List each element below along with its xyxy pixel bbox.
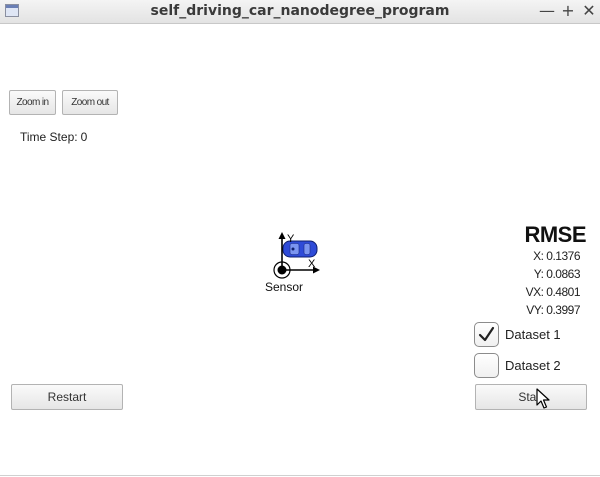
zoom-in-button[interactable]: Zoom in xyxy=(9,90,56,115)
dataset-1-checkbox[interactable] xyxy=(474,322,499,347)
close-icon[interactable]: ✕ xyxy=(580,1,598,21)
mouse-cursor-icon xyxy=(536,388,550,409)
sensor-label: Sensor xyxy=(265,280,304,294)
checkmark-icon xyxy=(478,326,495,342)
time-step-label: Time Step: xyxy=(20,130,78,144)
minimize-icon[interactable]: — xyxy=(538,1,556,21)
simulation-canvas: Y X xyxy=(273,232,320,279)
dataset-2-label[interactable]: Dataset 2 xyxy=(505,358,561,373)
dataset-2-checkbox[interactable] xyxy=(474,353,499,378)
time-step-readout: Time Step: 0 xyxy=(20,130,87,144)
window-title: self_driving_car_nanodegree_program xyxy=(150,3,450,19)
rmse-vx-value: VX: 0.4801 xyxy=(525,285,581,299)
maximize-icon[interactable]: + xyxy=(559,1,577,21)
rmse-title: RMSE xyxy=(524,222,586,247)
restart-button[interactable]: Restart xyxy=(11,384,123,410)
axis-x-label: X xyxy=(308,258,316,270)
start-button[interactable]: Start xyxy=(475,384,587,410)
time-step-value: 0 xyxy=(80,130,88,144)
axis-y-label: Y xyxy=(287,233,295,245)
rmse-vy-value: VY: 0.3997 xyxy=(526,303,580,317)
window-bottom-border xyxy=(0,475,600,476)
dataset-1-label[interactable]: Dataset 1 xyxy=(505,327,561,342)
zoom-out-button[interactable]: Zoom out xyxy=(62,90,118,115)
rmse-y-value: Y: 0.0863 xyxy=(533,267,581,281)
rmse-x-value: X: 0.1376 xyxy=(533,249,580,263)
title-bar: self_driving_car_nanodegree_program — + … xyxy=(0,0,600,24)
